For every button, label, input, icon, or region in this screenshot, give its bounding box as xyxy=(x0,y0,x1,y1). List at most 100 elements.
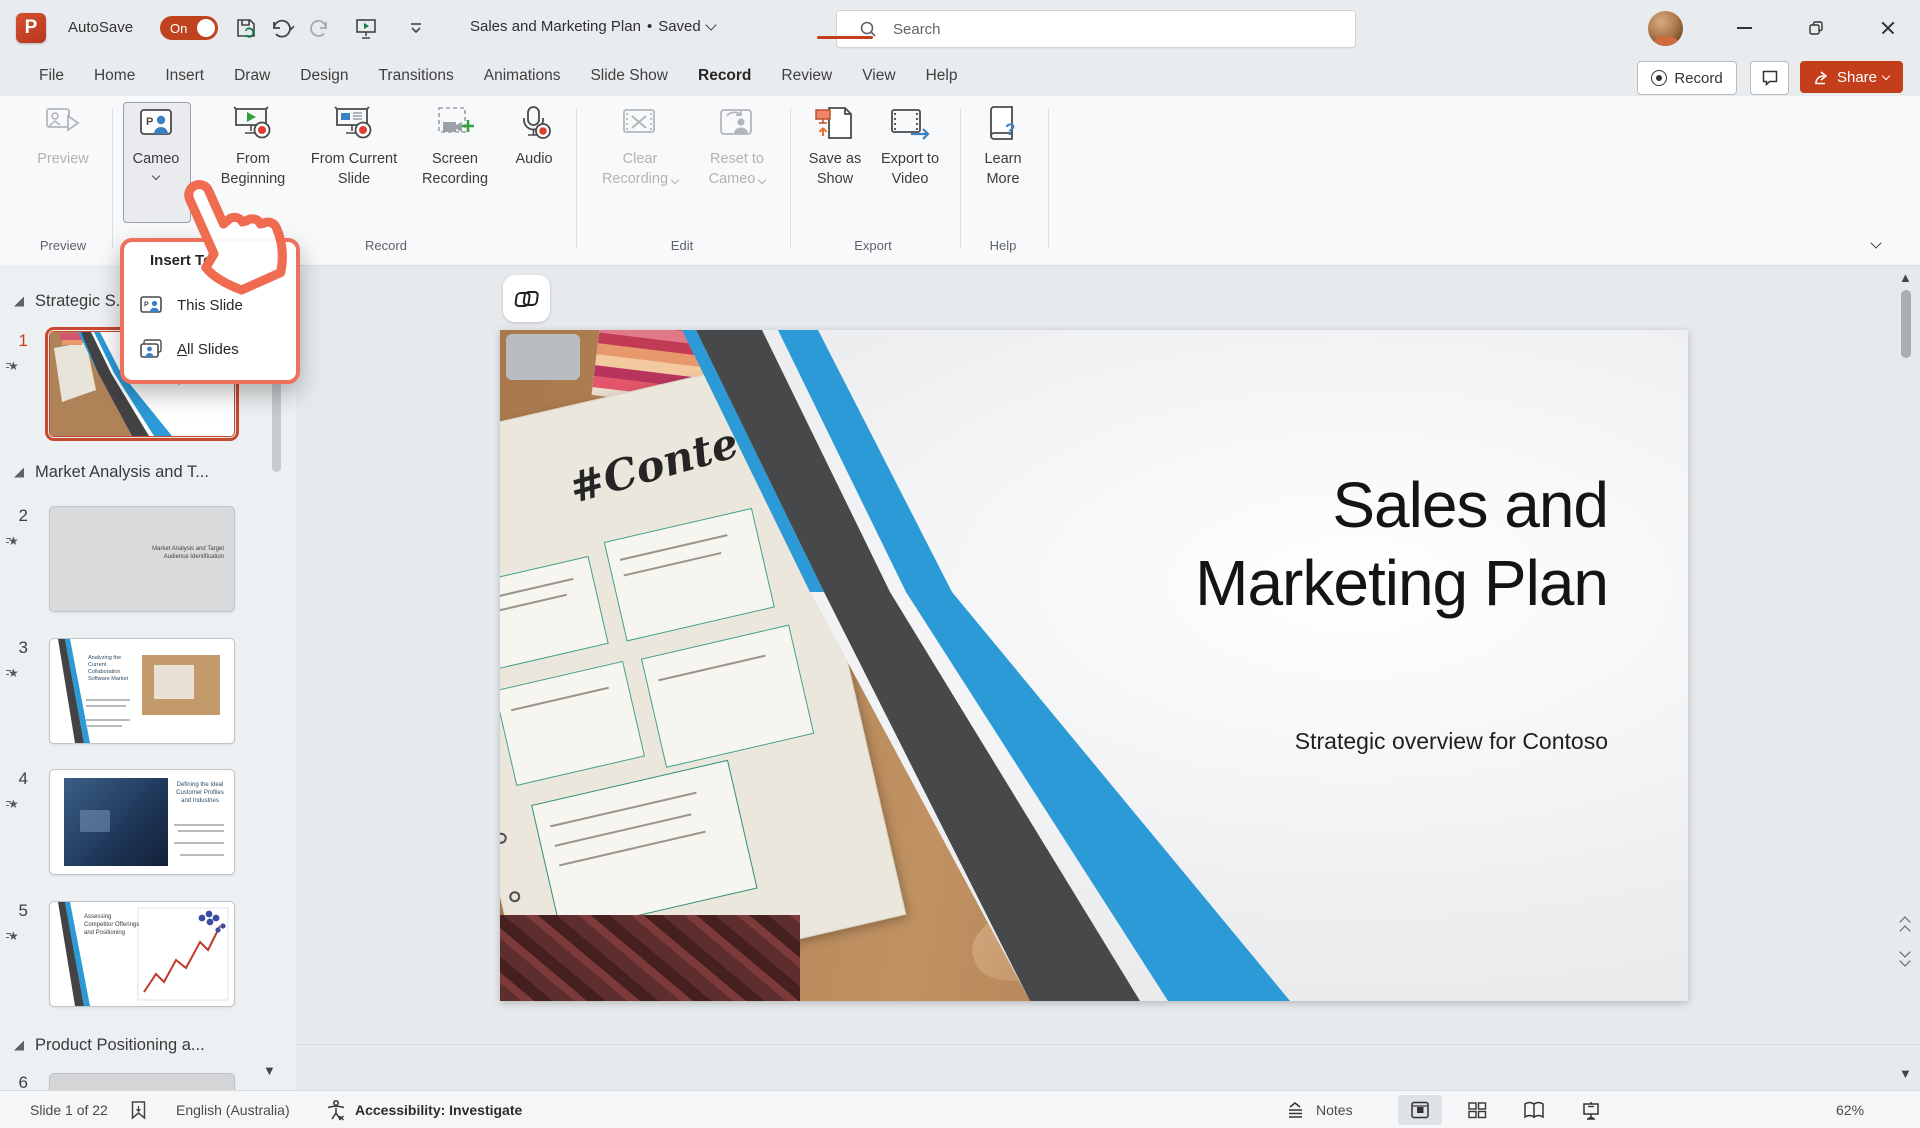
designer-button[interactable] xyxy=(503,275,550,322)
slide-counter[interactable]: Slide 1 of 22 xyxy=(30,1091,108,1128)
save-button[interactable] xyxy=(232,14,260,42)
close-button[interactable] xyxy=(1866,12,1910,44)
group-separator xyxy=(576,108,577,248)
customize-toolbar-icon xyxy=(409,22,423,34)
accessibility-button[interactable]: Accessibility: Investigate xyxy=(325,1091,522,1128)
section-strategic[interactable]: Strategic S... xyxy=(14,292,129,311)
search-box[interactable] xyxy=(836,10,1356,48)
screen-recording-icon xyxy=(433,104,477,142)
animation-star-icon: ★ xyxy=(8,534,28,548)
audio-icon xyxy=(514,104,554,142)
sidebar-scroll-down-icon[interactable]: ▼ xyxy=(263,1063,276,1078)
share-button[interactable]: Share xyxy=(1800,61,1903,93)
normal-view-button[interactable] xyxy=(1398,1095,1442,1125)
screen-recording-button[interactable]: Screen Recording xyxy=(410,104,500,189)
present-from-beginning-icon xyxy=(353,15,379,41)
thumb5-title: Assessing Competitor Offerings and Posit… xyxy=(84,914,140,937)
slide-number-5: 5 xyxy=(6,901,28,921)
reset-to-cameo-label: Reset to Cameo xyxy=(690,149,784,189)
slide-thumbnail-5[interactable]: Assessing Competitor Offerings and Posit… xyxy=(49,901,235,1007)
customize-quick-access-button[interactable] xyxy=(402,14,430,42)
undo-button[interactable] xyxy=(268,14,296,42)
export-to-video-label: Export to Video xyxy=(874,149,946,189)
record-dot-icon xyxy=(1651,70,1667,86)
tab-design[interactable]: Design xyxy=(285,67,363,85)
slide-sorter-view-button[interactable] xyxy=(1455,1095,1499,1125)
start-presentation-button[interactable] xyxy=(352,14,380,42)
hand-cursor-annotation xyxy=(168,164,298,314)
preview-icon xyxy=(43,104,83,142)
notes-button[interactable]: Notes xyxy=(1286,1091,1353,1128)
tab-draw[interactable]: Draw xyxy=(219,67,285,85)
proofing-button[interactable] xyxy=(130,1091,147,1128)
all-slides-icon xyxy=(138,338,164,360)
thumb4-title: Defining the Ideal Customer Profiles and… xyxy=(172,782,228,805)
from-beginning-icon xyxy=(231,104,275,142)
tab-view[interactable]: View xyxy=(847,67,910,85)
chevron-down-icon xyxy=(1882,72,1890,80)
menu-item-all-slides[interactable]: All Slides xyxy=(138,338,239,360)
section-product-positioning[interactable]: Product Positioning a... xyxy=(14,1036,205,1055)
tab-file[interactable]: File xyxy=(24,67,79,85)
scroll-down-icon[interactable]: ▼ xyxy=(1899,1066,1912,1081)
ribbon-tab-bar: File Home Insert Draw Design Transitions… xyxy=(0,56,1920,96)
section-collapse-icon[interactable] xyxy=(14,1041,24,1051)
slide-canvas[interactable]: #Content Sales and Marketing Plan Strate… xyxy=(500,330,1688,1001)
slide-subtitle[interactable]: Strategic overview for Contoso xyxy=(1088,728,1608,755)
title-bar: P AutoSave On xyxy=(0,0,1920,56)
tab-animations[interactable]: Animations xyxy=(469,67,576,85)
learn-more-label: Learn More xyxy=(972,149,1034,189)
export-to-video-button[interactable]: Export to Video xyxy=(874,104,946,189)
main-scrollbar-thumb[interactable] xyxy=(1901,290,1911,358)
tab-home[interactable]: Home xyxy=(79,67,150,85)
save-icon xyxy=(234,16,258,40)
document-title[interactable]: Sales and Marketing Plan • Saved xyxy=(470,18,715,35)
previous-slide-button[interactable] xyxy=(1901,918,1909,935)
search-input[interactable] xyxy=(891,20,1355,39)
section-collapse-icon[interactable] xyxy=(14,468,24,478)
normal-view-icon xyxy=(1409,1100,1431,1120)
zoom-level[interactable]: 62% xyxy=(1836,1091,1864,1128)
collapse-ribbon-button[interactable] xyxy=(1872,234,1880,252)
tab-help[interactable]: Help xyxy=(911,67,973,85)
scroll-up-icon[interactable]: ▲ xyxy=(1899,270,1912,285)
group-label-help: Help xyxy=(953,238,1053,253)
next-slide-button[interactable] xyxy=(1901,948,1909,965)
slide-thumbnail-2[interactable]: Market Analysis and Target Audience Iden… xyxy=(49,506,235,612)
redo-button[interactable] xyxy=(306,14,334,42)
slide-thumbnail-3[interactable]: Analyzing the Current Collaboration Soft… xyxy=(49,638,235,744)
slide-thumbnail-4[interactable]: Defining the Ideal Customer Profiles and… xyxy=(49,769,235,875)
tab-transitions[interactable]: Transitions xyxy=(364,67,469,85)
restore-button[interactable] xyxy=(1794,12,1838,44)
reset-to-cameo-button: Reset to Cameo xyxy=(690,104,784,189)
slide-show-button[interactable] xyxy=(1569,1095,1613,1125)
from-current-slide-label: From Current Slide xyxy=(302,149,406,189)
learn-more-button[interactable]: ? Learn More xyxy=(972,104,1034,189)
language-button[interactable]: English (Australia) xyxy=(176,1091,290,1128)
tab-record[interactable]: Record xyxy=(683,67,766,85)
section-market-analysis[interactable]: Market Analysis and T... xyxy=(14,463,209,482)
slide-title[interactable]: Sales and Marketing Plan xyxy=(1088,466,1608,622)
save-as-show-button[interactable]: Save as Show xyxy=(798,104,872,189)
share-button-label: Share xyxy=(1837,69,1877,86)
autosave-toggle[interactable]: On xyxy=(160,16,218,40)
comments-button[interactable] xyxy=(1750,61,1789,95)
animation-star-icon: ★ xyxy=(8,929,28,943)
reading-view-button[interactable] xyxy=(1512,1095,1556,1125)
audio-button[interactable]: Audio xyxy=(504,104,564,169)
record-from-current-slide-button[interactable]: From Current Slide xyxy=(302,104,406,189)
notes-divider[interactable] xyxy=(296,1044,1920,1045)
group-label-edit: Edit xyxy=(632,238,732,253)
tab-slide-show[interactable]: Slide Show xyxy=(575,67,683,85)
preview-label: Preview xyxy=(37,149,89,169)
minimize-button[interactable] xyxy=(1722,12,1766,44)
tab-review[interactable]: Review xyxy=(766,67,847,85)
section-collapse-icon[interactable] xyxy=(14,297,24,307)
tab-insert[interactable]: Insert xyxy=(150,67,219,85)
slide-show-icon xyxy=(1580,1100,1602,1120)
powerpoint-logo[interactable]: P xyxy=(16,13,46,43)
learn-more-icon: ? xyxy=(983,104,1023,142)
group-separator xyxy=(790,108,791,248)
record-button[interactable]: Record xyxy=(1637,61,1737,95)
user-avatar[interactable] xyxy=(1648,11,1683,46)
